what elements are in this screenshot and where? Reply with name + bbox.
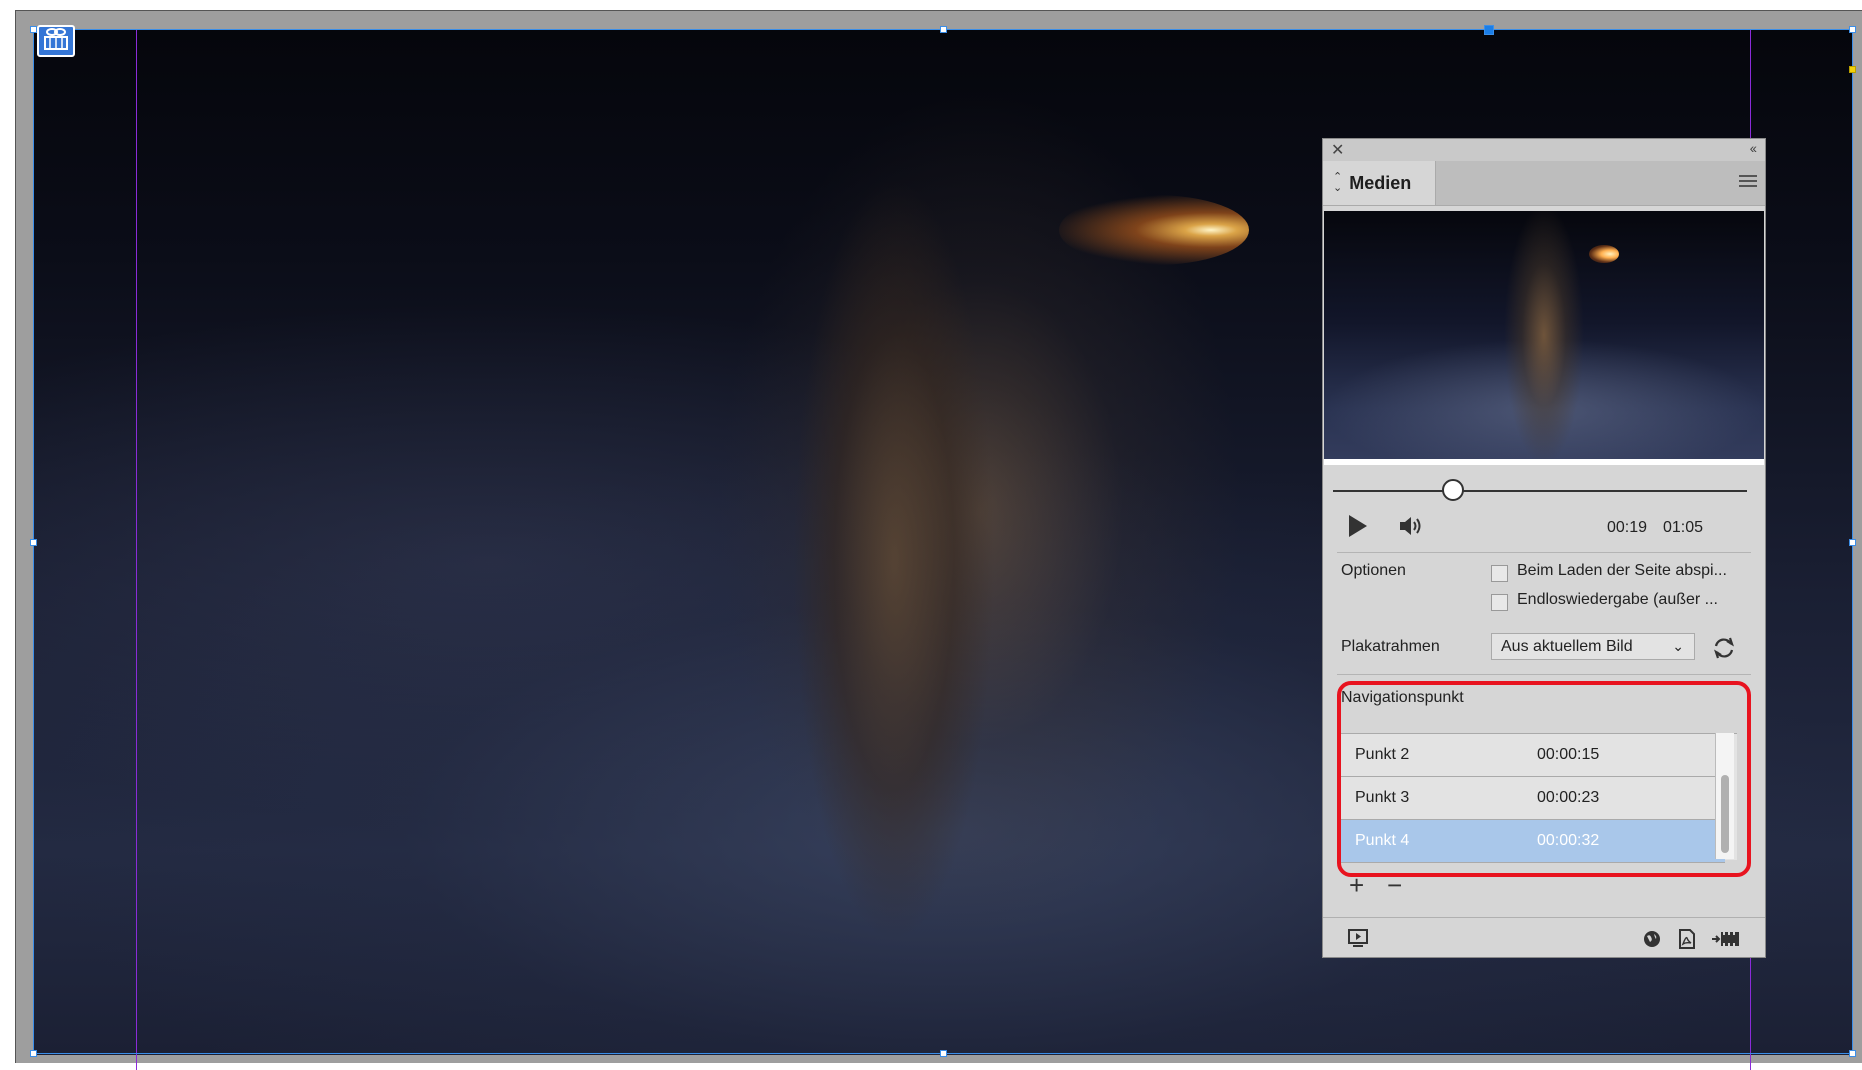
tab-label: Medien [1349,172,1412,193]
nav-point-name: Punkt 4 [1355,832,1410,849]
loop-checkbox[interactable] [1491,594,1508,611]
playback-slider-knob[interactable] [1442,479,1465,501]
globe-icon[interactable] [1641,928,1663,955]
refresh-icon[interactable] [1711,635,1737,666]
link-film-icon [44,28,68,50]
video-preview [1324,211,1764,459]
tab-medien[interactable]: ⌃ ⌄ Medien [1323,161,1436,205]
poster-label: Plakatrahmen [1341,638,1440,655]
preview-flame [1589,245,1619,263]
nav-point-time: 00:00:32 [1537,832,1600,849]
current-time: 00:19 [1607,519,1648,536]
media-panel: ✕ ‹‹ ⌃ ⌄ Medien 00:19 01:05 Optionen Beim… [1322,138,1766,958]
panel-bottom-bar [1323,917,1765,958]
panel-titlebar[interactable]: ✕ ‹‹ [1323,139,1765,161]
video-still-figure [794,180,994,940]
list-item[interactable]: Punkt 2 00:00:15 [1341,734,1725,777]
poster-dropdown-value: Aus aktuellem Bild [1501,638,1633,655]
chevron-down-icon: ⌄ [1672,638,1684,654]
nav-point-time: 00:00:23 [1537,789,1600,806]
panel-tab-row: ⌃ ⌄ Medien [1323,161,1765,206]
handle-top-right[interactable] [1849,26,1856,33]
volume-icon[interactable] [1397,512,1425,545]
duration: 01:05 [1663,519,1704,536]
list-item[interactable]: Punkt 4 00:00:32 [1341,820,1725,863]
scrollbar-thumb[interactable] [1721,775,1729,853]
collapse-icon[interactable]: ‹‹ [1750,140,1757,156]
options-label: Optionen [1341,562,1406,579]
handle-bottom-center[interactable] [940,1050,947,1057]
divider [1337,552,1751,553]
poster-dropdown[interactable]: Aus aktuellem Bild ⌄ [1491,633,1695,660]
linked-media-badge-icon[interactable] [37,25,75,57]
play-icon[interactable] [1349,515,1367,537]
video-still-flame [1059,195,1249,265]
handle-top-left[interactable] [30,26,37,33]
loop-checkbox-label: Endloswiedergabe (außer ... [1517,591,1718,608]
handle-bottom-right[interactable] [1849,1050,1856,1057]
close-icon[interactable]: ✕ [1331,140,1344,160]
nav-point-name: Punkt 2 [1355,746,1410,763]
handle-middle-left[interactable] [30,539,37,546]
preview-icon[interactable] [1347,928,1369,953]
playback-slider-track[interactable] [1333,490,1747,492]
nav-point-time: 00:00:15 [1537,746,1600,763]
tab-updown-icon: ⌃ ⌄ [1333,171,1343,194]
margin-guide-left [136,30,137,1070]
nav-point-name: Punkt 3 [1355,789,1410,806]
plus-icon[interactable]: + [1349,872,1364,898]
navigation-points-list: Punkt 2 00:00:15 Punkt 3 00:00:23 Punkt … [1341,733,1737,863]
minus-icon[interactable]: − [1387,872,1402,898]
preview-bottom-strip [1324,459,1764,465]
autoplay-checkbox-label: Beim Laden der Seite abspi... [1517,562,1727,579]
pdf-icon[interactable] [1677,928,1697,955]
handle-middle-right[interactable] [1849,539,1856,546]
nav-list-scrollbar[interactable] [1715,733,1734,859]
divider [1337,674,1751,675]
navigation-points-label: Navigationspunkt [1341,689,1464,706]
video-icon[interactable] [1711,928,1741,955]
list-item[interactable]: Punkt 3 00:00:23 [1341,777,1725,820]
live-corner-handle[interactable] [1849,66,1856,73]
panel-menu-icon[interactable] [1739,175,1757,189]
content-grabber-handle[interactable] [1484,25,1494,35]
handle-top-center[interactable] [940,26,947,33]
handle-bottom-left[interactable] [30,1050,37,1057]
autoplay-checkbox[interactable] [1491,565,1508,582]
